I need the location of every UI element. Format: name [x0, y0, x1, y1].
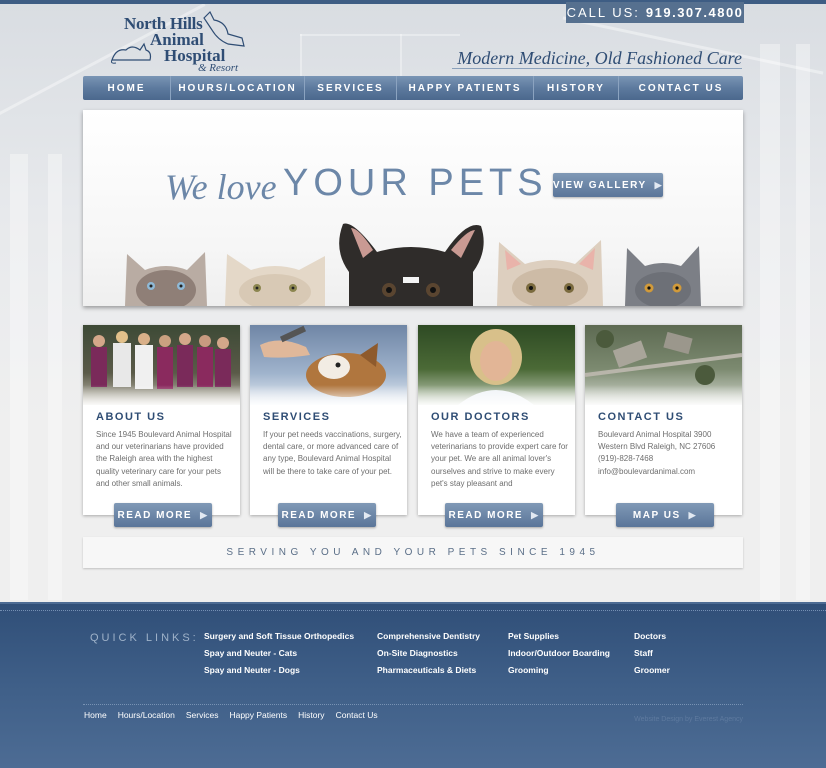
nav-item-services[interactable]: SERVICES	[305, 76, 397, 100]
footer-nav: Home Hours/Location Services Happy Patie…	[84, 710, 389, 720]
read-more-label: READ MORE	[448, 509, 524, 521]
view-gallery-label: VIEW GALLERY	[552, 179, 647, 191]
quick-link[interactable]: Spay and Neuter - Dogs	[204, 664, 354, 681]
main-nav: HOME HOURS/LOCATION SERVICES HAPPY PATIE…	[83, 76, 743, 100]
footer-divider	[83, 704, 743, 705]
nav-item-history[interactable]: HISTORY	[534, 76, 619, 100]
footer-nav-history[interactable]: History	[298, 710, 324, 720]
quick-link[interactable]: Pharmaceuticals & Diets	[377, 664, 480, 681]
doctors-read-more-button[interactable]: READ MORE ▶	[445, 503, 543, 527]
quick-link[interactable]: Pet Supplies	[508, 630, 610, 647]
footer-nav-contact-us[interactable]: Contact Us	[336, 710, 378, 720]
quick-link[interactable]: Staff	[634, 647, 670, 664]
french-bulldog-image	[339, 223, 484, 306]
site-logo[interactable]: North Hills Animal Hospital & Resort	[110, 10, 245, 74]
phone-banner[interactable]: CALL US: 919.307.4800	[566, 2, 744, 23]
quick-link[interactable]: On-Site Diagnostics	[377, 647, 480, 664]
card-text: Boulevard Animal Hospital 3900 Western B…	[598, 430, 716, 476]
card-our-doctors: OUR DOCTORS We have a team of experience…	[418, 325, 575, 515]
quick-links-label: QUICK LINKS:	[90, 632, 199, 644]
phone-number: 919.307.4800	[645, 5, 744, 20]
quick-link[interactable]: Surgery and Soft Tissue Orthopedics	[204, 630, 354, 647]
quick-link[interactable]: Groomer	[634, 664, 670, 681]
arrow-right-icon: ▶	[654, 179, 664, 190]
card-title: CONTACT US	[598, 411, 685, 423]
footer-nav-hours-location[interactable]: Hours/Location	[118, 710, 175, 720]
card-title: ABOUT US	[96, 411, 166, 423]
quick-link[interactable]: Comprehensive Dentistry	[377, 630, 480, 647]
footer-nav-home[interactable]: Home	[84, 710, 107, 720]
map-us-button[interactable]: MAP US ▶	[616, 503, 714, 527]
serving-banner: SERVING YOU AND YOUR PETS SINCE 1945	[83, 537, 743, 568]
hero-script-text: We love	[165, 167, 277, 207]
phone-label: CALL US:	[566, 5, 640, 20]
about-read-more-button[interactable]: READ MORE ▶	[114, 503, 212, 527]
card-services: SERVICES If your pet needs vaccinations,…	[250, 325, 407, 515]
quick-links-column-2: Comprehensive Dentistry On-Site Diagnost…	[377, 630, 480, 681]
arrow-right-icon: ▶	[364, 509, 373, 520]
hero-headline: YOUR PETS	[283, 162, 548, 204]
nav-item-hours-location[interactable]: HOURS/LOCATION	[171, 76, 305, 100]
card-title: OUR DOCTORS	[431, 411, 530, 423]
quick-link[interactable]: Doctors	[634, 630, 670, 647]
card-text: If your pet needs vaccinations, surgery,…	[263, 430, 402, 476]
read-more-label: READ MORE	[117, 509, 193, 521]
siamese-cat-image	[125, 252, 207, 306]
card-text: Since 1945 Boulevard Animal Hospital and…	[96, 430, 232, 488]
quick-links-column-1: Surgery and Soft Tissue Orthopedics Spay…	[204, 630, 354, 681]
tagline-underline	[452, 68, 742, 69]
card-about-us: ABOUT US Since 1945 Boulevard Animal Hos…	[83, 325, 240, 515]
map-us-label: MAP US	[632, 509, 681, 521]
arrow-right-icon: ▶	[531, 509, 540, 520]
read-more-label: READ MORE	[281, 509, 357, 521]
card-text: We have a team of experienced veterinari…	[431, 430, 568, 488]
nav-item-happy-patients[interactable]: HAPPY PATIENTS	[397, 76, 534, 100]
gray-cat-image	[625, 246, 701, 306]
nav-item-contact-us[interactable]: CONTACT US	[619, 76, 743, 100]
cat-silhouette-icon	[111, 42, 152, 64]
footer-nav-services[interactable]: Services	[186, 710, 219, 720]
arrow-right-icon: ▶	[688, 509, 698, 520]
quick-links-column-3: Pet Supplies Indoor/Outdoor Boarding Gro…	[508, 630, 610, 681]
card-contact-us: CONTACT US Boulevard Animal Hospital 390…	[585, 325, 742, 515]
services-read-more-button[interactable]: READ MORE ▶	[278, 503, 376, 527]
card-title: SERVICES	[263, 411, 331, 423]
design-credit[interactable]: Website Design by Everest Agency	[634, 716, 743, 723]
tabby-kitten-image	[497, 240, 603, 306]
footer: QUICK LINKS: Surgery and Soft Tissue Ort…	[0, 602, 826, 768]
quick-link[interactable]: Spay and Neuter - Cats	[204, 647, 354, 664]
footer-nav-happy-patients[interactable]: Happy Patients	[229, 710, 287, 720]
tagline: Modern Medicine, Old Fashioned Care	[457, 48, 742, 68]
view-gallery-button[interactable]: VIEW GALLERY ▶	[553, 173, 663, 197]
arrow-right-icon: ▶	[200, 509, 209, 520]
quick-links-column-4: Doctors Staff Groomer	[634, 630, 670, 681]
quick-link[interactable]: Grooming	[508, 664, 610, 681]
quick-link[interactable]: Indoor/Outdoor Boarding	[508, 647, 610, 664]
cream-cat-image	[225, 254, 325, 306]
hero-banner: We love YOUR PETS VIEW GALLERY ▶	[83, 110, 743, 306]
logo-line-4: & Resort	[198, 62, 239, 74]
nav-item-home[interactable]: HOME	[83, 76, 171, 100]
